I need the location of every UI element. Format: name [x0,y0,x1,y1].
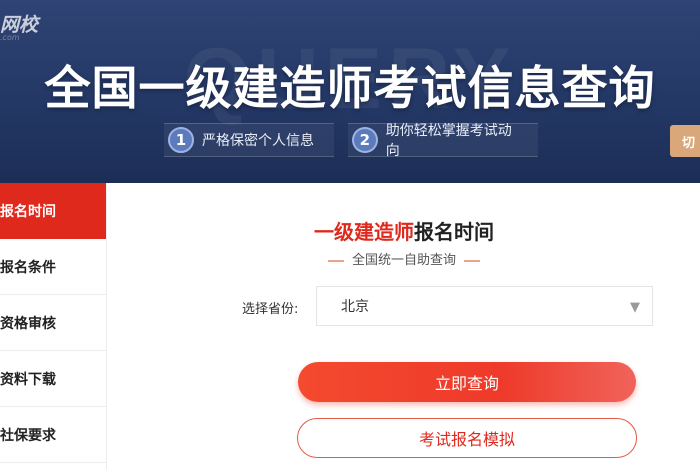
query-now-button[interactable]: 立即查询 [298,362,636,402]
registration-simulation-button[interactable]: 考试报名模拟 [297,418,637,458]
sidebar-nav: 报名时间 报名条件 资格审核 资料下载 社保要求 [0,183,107,470]
number-badge-icon: 1 [168,127,194,153]
banner-title: 全国一级建造师考试信息查询 [44,61,656,115]
feature-pill-trends: 2 助你轻松掌握考试动向 [348,123,538,159]
page-title-rest: 报名时间 [414,220,494,244]
divider-dash [327,259,344,262]
page-title: 一级建造师报名时间 [108,216,700,245]
page-subtitle-text: 全国统一自助查询 [351,253,456,268]
sidebar-item-registration-time[interactable]: 报名时间 [0,183,106,239]
sidebar-item-social-security[interactable]: 社保要求 [0,407,106,463]
feature-pill-privacy: 1 严格保密个人信息 [164,123,334,157]
caret-down-icon: ▼ [630,300,640,315]
province-selected-value: 北京 [341,299,369,315]
sidebar-item-registration-conditions[interactable]: 报名条件 [0,239,106,295]
site-logo-domain: .com [0,33,20,42]
page-subtitle: 全国统一自助查询 [108,249,700,268]
feature-pill-label: 助你轻松掌握考试动向 [385,123,512,159]
province-select[interactable]: 北京 ▼ [316,286,653,326]
switch-button[interactable]: 切 [670,125,700,157]
sidebar-item-qualification-review[interactable]: 资格审核 [0,295,106,351]
province-label: 选择省份: [242,302,299,317]
query-panel: 一级建造师报名时间 全国统一自助查询 选择省份: 北京 ▼ 立即查询 考试报名模… [108,183,700,470]
page-title-highlight: 一级建造师 [314,220,414,244]
sidebar-item-material-download[interactable]: 资料下载 [0,351,106,407]
feature-pill-label: 严格保密个人信息 [202,133,314,149]
header-banner: QUERY 网校 .com 全国一级建造师考试信息查询 1 严格保密个人信息 2… [0,0,700,183]
feature-pills: 1 严格保密个人信息 2 助你轻松掌握考试动向 [162,123,542,159]
divider-dash [464,259,480,262]
number-badge-icon: 2 [352,127,378,153]
